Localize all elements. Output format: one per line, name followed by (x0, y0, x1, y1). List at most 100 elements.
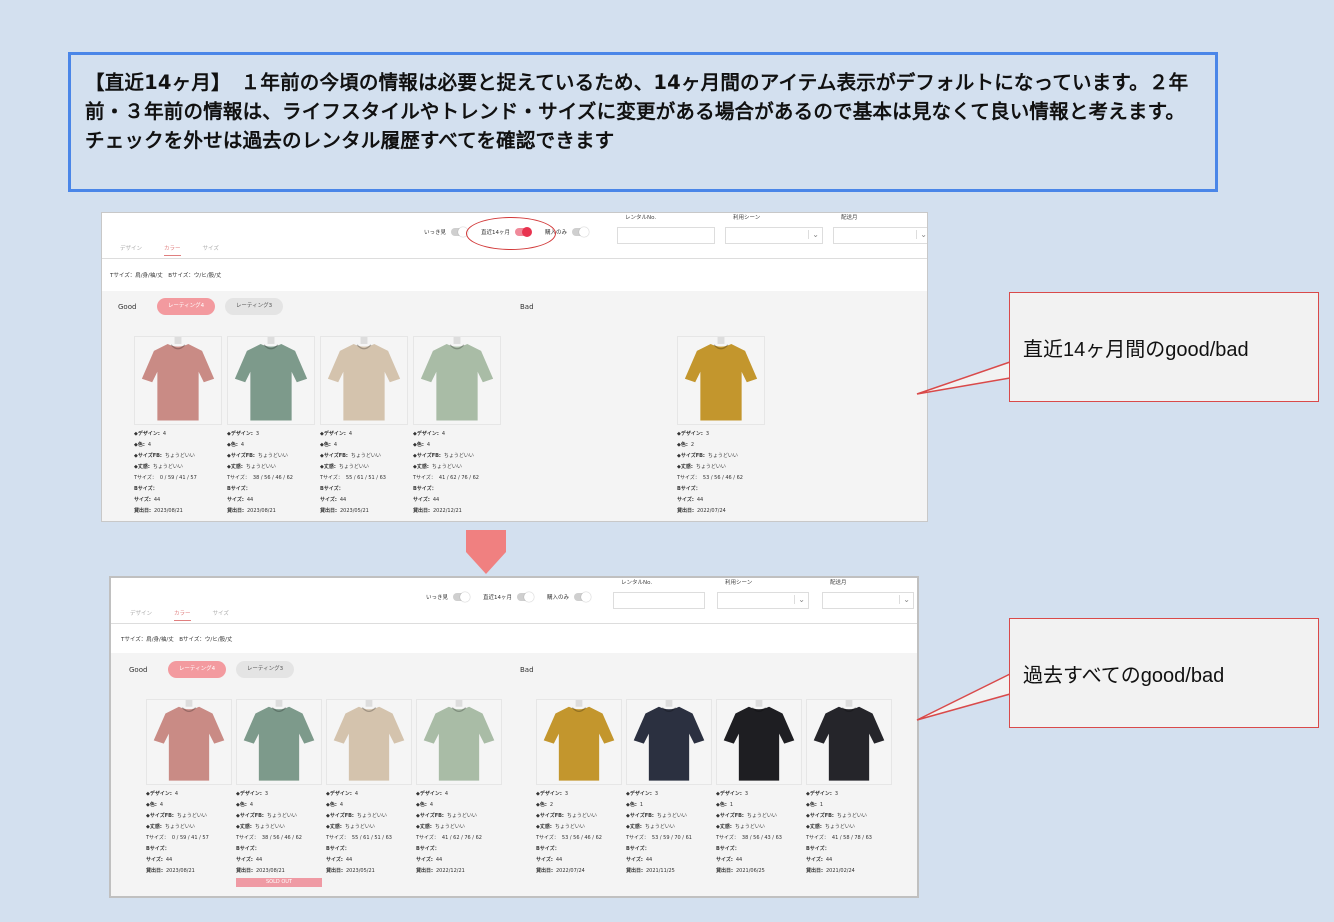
size-feedback-value: ちょうどいい (446, 813, 477, 819)
design-rating-row: ◆デザイン: 3 (716, 789, 802, 800)
length-feedback-row: ◆丈感: ちょうどいい (677, 462, 765, 473)
delivery-month-select-label: 配送月 (830, 580, 847, 586)
item-photo[interactable] (536, 699, 622, 785)
rental-no-input-label: レンタルNo. (621, 580, 653, 586)
size-feedback-value: ちょうどいい (164, 453, 195, 459)
item-card[interactable]: ◆デザイン: 3 ◆色: 1 ◆サイズFB: ちょうどいい ◆丈感: ちょうどいい Tサイズ： 5… (626, 699, 712, 877)
delivery-month-select[interactable]: ⌄ (822, 592, 914, 609)
item-photo[interactable] (227, 336, 315, 425)
color-rating-row: ◆色: 4 (326, 800, 412, 811)
rating-pill-4[interactable]: レーティング4 (157, 298, 215, 315)
rental-date-label: 貸出日: (416, 868, 433, 874)
bottom-size-label: Bサイズ： (326, 846, 350, 852)
item-photo[interactable] (146, 699, 232, 785)
top-size-label: Tサイズ： (227, 475, 250, 481)
design-rating-row: ◆デザイン: 3 (626, 789, 712, 800)
color-rating-value: 4 (147, 442, 152, 448)
length-feedback-label: ◆丈感: (320, 464, 336, 470)
scene-select[interactable]: ⌄ (725, 227, 823, 244)
length-feedback-value: ちょうどいい (254, 824, 285, 830)
item-photo[interactable] (134, 336, 222, 425)
length-feedback-value: ちょうどいい (152, 464, 183, 470)
item-photo[interactable] (416, 699, 502, 785)
rental-no-input[interactable] (613, 592, 705, 609)
size-feedback-row: ◆サイズFB: ちょうどいい (320, 451, 408, 462)
item-card[interactable]: ◆デザイン: 4 ◆色: 4 ◆サイズFB: ちょうどいい ◆丈感: ちょうどいい Tサイズ： 0… (146, 699, 232, 877)
delivery-month-select[interactable]: ⌄ (833, 227, 927, 244)
item-photo[interactable] (626, 699, 712, 785)
item-card[interactable]: ◆デザイン: 3 ◆色: 2 ◆サイズFB: ちょうどいい ◆丈感: ちょうどいい Tサイズ： 5… (677, 336, 765, 517)
item-card[interactable]: ◆デザイン: 4 ◆色: 4 ◆サイズFB: ちょうどいい ◆丈感: ちょうどいい Tサイズ： 0… (134, 336, 222, 517)
top-size-row: Tサイズ： 41 / 58 / 78 / 63 (806, 833, 892, 844)
tab-design[interactable]: デザイン (120, 244, 142, 256)
item-card[interactable]: ◆デザイン: 3 ◆色: 4 ◆サイズFB: ちょうどいい ◆丈感: ちょうどいい Tサイズ： 3… (236, 699, 322, 887)
callout-pointer (916, 672, 1011, 721)
rental-date-row: 貸出日: 2023/08/21 (134, 506, 222, 517)
color-rating-value: 4 (249, 802, 254, 808)
size-feedback-value: ちょうどいい (566, 813, 597, 819)
tab-color[interactable]: カラー (164, 244, 181, 256)
item-card[interactable]: ◆デザイン: 4 ◆色: 4 ◆サイズFB: ちょうどいい ◆丈感: ちょうどいい Tサイズ： 5… (320, 336, 408, 517)
item-card[interactable]: ◆デザイン: 4 ◆色: 4 ◆サイズFB: ちょうどいい ◆丈感: ちょうどいい Tサイズ： 4… (413, 336, 501, 517)
highlight-ellipse (466, 217, 556, 250)
item-photo[interactable] (413, 336, 501, 425)
toggle-ikkimi[interactable] (451, 227, 469, 237)
size-feedback-label: ◆サイズFB: (413, 453, 441, 459)
rental-no-input[interactable] (617, 227, 715, 244)
color-rating-label: ◆色: (416, 802, 427, 808)
item-photo[interactable] (326, 699, 412, 785)
toggle-purchase-only[interactable] (574, 592, 592, 602)
toggle-ikkimi[interactable] (453, 592, 471, 602)
item-photo[interactable] (236, 699, 322, 785)
tab-design[interactable]: デザイン (130, 609, 152, 621)
design-rating-value: 3 (705, 431, 710, 437)
top-size-value: 38 / 56 / 46 / 62 (261, 835, 302, 841)
length-feedback-row: ◆丈感: ちょうどいい (626, 822, 712, 833)
size-feedback-label: ◆サイズFB: (416, 813, 444, 819)
screenshot-all: デザイン カラー サイズ いっき見 直近14ヶ月 購入のみ レンタルNo. 利用シーン ⌄ 配送月… (111, 578, 917, 896)
size-value: 44 (153, 497, 161, 503)
size-legend: Tサイズ：肩/身/袖/丈 Bサイズ：ウ/ヒ/股/丈 (121, 637, 233, 643)
bottom-size-row: Bサイズ： (236, 844, 322, 855)
size-value: 44 (735, 857, 743, 863)
item-photo[interactable] (806, 699, 892, 785)
rating-pill-4[interactable]: レーティング4 (168, 661, 226, 678)
bottom-size-label: Bサイズ： (227, 486, 251, 492)
rental-date-row: 貸出日: 2023/05/21 (320, 506, 408, 517)
item-card[interactable]: ◆デザイン: 4 ◆色: 4 ◆サイズFB: ちょうどいい ◆丈感: ちょうどいい Tサイズ： 4… (416, 699, 502, 877)
size-feedback-value: ちょうどいい (176, 813, 207, 819)
top-size-value: 41 / 62 / 76 / 62 (441, 835, 482, 841)
toggle-recent-14-months[interactable] (517, 592, 535, 602)
tab-size[interactable]: サイズ (203, 244, 219, 256)
rating-pill-3[interactable]: レーティング3 (236, 661, 294, 678)
item-photo[interactable] (716, 699, 802, 785)
top-size-label: Tサイズ： (536, 835, 559, 841)
item-card[interactable]: ◆デザイン: 4 ◆色: 4 ◆サイズFB: ちょうどいい ◆丈感: ちょうどいい Tサイズ： 5… (326, 699, 412, 877)
tab-size[interactable]: サイズ (213, 609, 229, 621)
item-card[interactable]: ◆デザイン: 3 ◆色: 1 ◆サイズFB: ちょうどいい ◆丈感: ちょうどいい Tサイズ： 4… (806, 699, 892, 877)
top-size-row: Tサイズ： 41 / 62 / 76 / 62 (413, 473, 501, 484)
item-info: ◆デザイン: 3 ◆色: 2 ◆サイズFB: ちょうどいい ◆丈感: ちょうどいい Tサイズ： 5… (677, 429, 765, 517)
toggle-ikkimi-label: いっき見 (426, 595, 449, 601)
item-card[interactable]: ◆デザイン: 3 ◆色: 2 ◆サイズFB: ちょうどいい ◆丈感: ちょうどいい Tサイズ： 5… (536, 699, 622, 877)
tab-color[interactable]: カラー (174, 609, 191, 621)
item-card[interactable]: ◆デザイン: 3 ◆色: 1 ◆サイズFB: ちょうどいい ◆丈感: ちょうどいい Tサイズ： 3… (716, 699, 802, 877)
scene-select[interactable]: ⌄ (717, 592, 809, 609)
toggle-purchase-only[interactable] (572, 227, 590, 237)
size-feedback-row: ◆サイズFB: ちょうどいい (626, 811, 712, 822)
design-rating-value: 3 (834, 791, 839, 797)
color-rating-row: ◆色: 1 (626, 800, 712, 811)
bad-heading: Bad (520, 666, 534, 674)
rental-date-label: 貸出日: (626, 868, 643, 874)
item-card[interactable]: ◆デザイン: 3 ◆色: 4 ◆サイズFB: ちょうどいい ◆丈感: ちょうどいい Tサイズ： 3… (227, 336, 315, 517)
size-value: 44 (825, 857, 833, 863)
item-photo[interactable] (320, 336, 408, 425)
item-photo[interactable] (677, 336, 765, 425)
size-row: サイズ: 44 (716, 855, 802, 866)
design-rating-label: ◆デザイン: (134, 431, 160, 437)
size-feedback-row: ◆サイズFB: ちょうどいい (806, 811, 892, 822)
rating-pill-3[interactable]: レーティング3 (225, 298, 283, 315)
size-row: サイズ: 44 (806, 855, 892, 866)
size-label: サイズ: (227, 497, 244, 503)
length-feedback-value: ちょうどいい (245, 464, 276, 470)
